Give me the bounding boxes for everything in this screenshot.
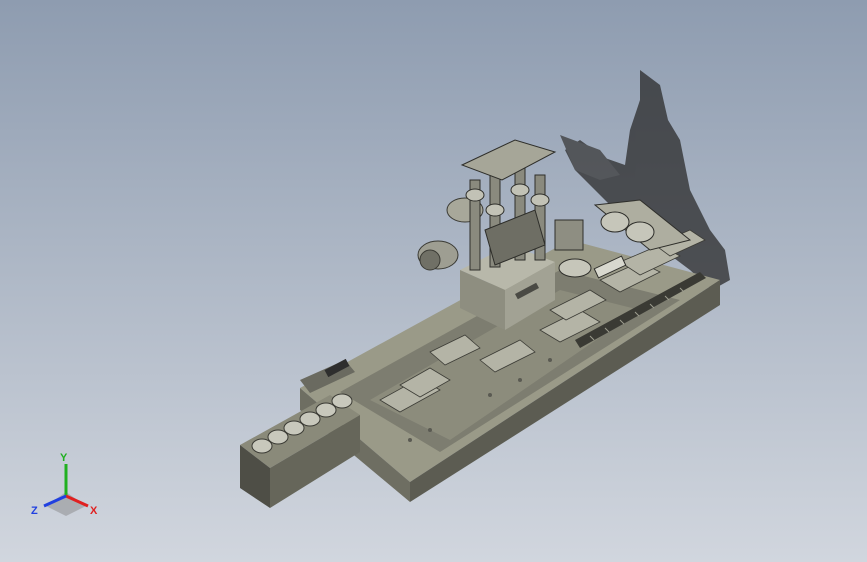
reference-triad[interactable]: Y X Z xyxy=(26,448,106,520)
y-axis-label: Y xyxy=(60,452,68,464)
cad-model[interactable] xyxy=(0,0,867,562)
z-axis-label: Z xyxy=(31,505,38,517)
x-axis-label: X xyxy=(90,505,98,517)
graphics-viewport[interactable]: Y X Z xyxy=(0,0,867,562)
